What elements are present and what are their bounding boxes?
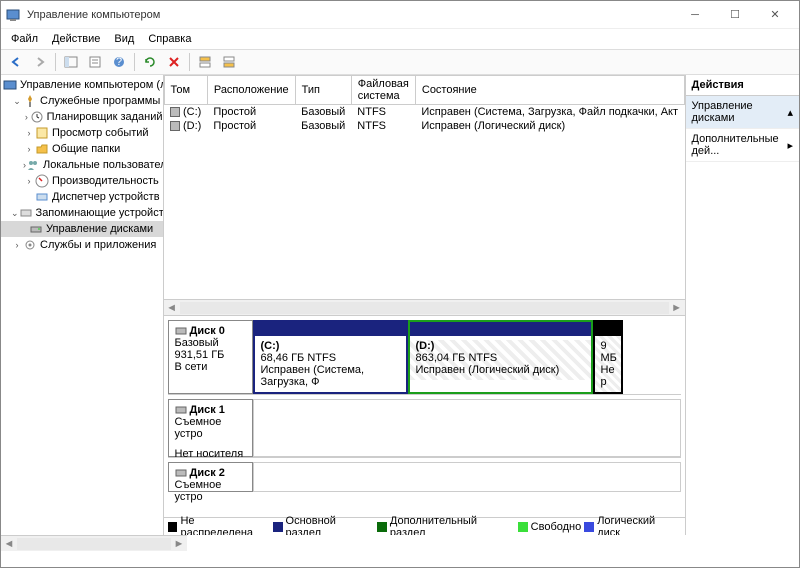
tree-shared[interactable]: ›Общие папки bbox=[1, 141, 163, 157]
chevron-right-icon: ▸ bbox=[787, 139, 793, 152]
app-icon bbox=[5, 7, 21, 23]
disk-label[interactable]: Диск 2 Съемное устро bbox=[168, 462, 253, 492]
disk-graphical-pane[interactable]: Диск 0 Базовый 931,51 ГБ В сети (C:) 68,… bbox=[164, 315, 685, 535]
refresh-button[interactable] bbox=[139, 51, 161, 73]
legend-swatch-ext bbox=[377, 522, 387, 532]
col-status[interactable]: Состояние bbox=[415, 76, 684, 105]
window-title: Управление компьютером bbox=[27, 9, 160, 21]
disk-row: Диск 1 Съемное устро Нет носителя bbox=[168, 399, 681, 458]
actions-section[interactable]: Управление дисками ▴ bbox=[686, 96, 799, 129]
partition-d[interactable]: (D:) 863,04 ГБ NTFS Исправен (Логический… bbox=[408, 320, 593, 394]
scroll-left-icon[interactable]: ◄ bbox=[1, 538, 17, 550]
legend: Не распределена Основной раздел Дополнит… bbox=[164, 517, 685, 535]
maximize-button[interactable]: ☐ bbox=[715, 2, 755, 28]
disk-icon bbox=[175, 467, 187, 479]
svg-text:?: ? bbox=[116, 56, 122, 68]
partition-c[interactable]: (C:) 68,46 ГБ NTFS Исправен (Система, За… bbox=[253, 320, 408, 394]
tree-hscroll[interactable]: ◄ ► bbox=[1, 535, 187, 551]
menu-view[interactable]: Вид bbox=[108, 31, 140, 47]
toolbar: ? bbox=[1, 49, 799, 75]
volume-table[interactable]: Том Расположение Тип Файловая система Со… bbox=[164, 75, 685, 315]
disk-icon bbox=[175, 325, 187, 337]
actions-header: Действия bbox=[686, 75, 799, 96]
menubar: Файл Действие Вид Справка bbox=[1, 29, 799, 49]
tree-pane[interactable]: Управление компьютером (л ⌄Служебные про… bbox=[1, 75, 164, 535]
scroll-right-icon[interactable]: ► bbox=[171, 538, 187, 550]
main-area: Управление компьютером (л ⌄Служебные про… bbox=[1, 75, 799, 535]
actions-pane: Действия Управление дисками ▴ Дополнител… bbox=[686, 75, 799, 535]
tree-diskmgmt[interactable]: Управление дисками bbox=[1, 221, 163, 237]
volume-hscroll[interactable]: ◄ ► bbox=[164, 299, 685, 315]
titlebar: Управление компьютером ─ ☐ ✕ bbox=[1, 1, 799, 29]
disk-icon bbox=[175, 404, 187, 416]
minimize-button[interactable]: ─ bbox=[675, 2, 715, 28]
view-top-button[interactable] bbox=[194, 51, 216, 73]
col-layout[interactable]: Расположение bbox=[207, 76, 295, 105]
volume-icon bbox=[170, 107, 180, 117]
properties-button[interactable] bbox=[84, 51, 106, 73]
menu-action[interactable]: Действие bbox=[46, 31, 106, 47]
view-bottom-button[interactable] bbox=[218, 51, 240, 73]
close-button[interactable]: ✕ bbox=[755, 2, 795, 28]
legend-swatch-unalloc bbox=[168, 522, 178, 532]
delete-button[interactable] bbox=[163, 51, 185, 73]
col-fs[interactable]: Файловая система bbox=[351, 76, 415, 105]
tree-users[interactable]: ›Локальные пользовател bbox=[1, 157, 163, 173]
back-button[interactable] bbox=[5, 51, 27, 73]
tree-scheduler[interactable]: ›Планировщик заданий bbox=[1, 109, 163, 125]
tree-devmgr[interactable]: Диспетчер устройств bbox=[1, 189, 163, 205]
help-button[interactable]: ? bbox=[108, 51, 130, 73]
legend-swatch-logical bbox=[584, 522, 594, 532]
tree-services[interactable]: ›Службы и приложения bbox=[1, 237, 163, 253]
collapse-icon: ▴ bbox=[787, 106, 793, 119]
scroll-right-icon[interactable]: ► bbox=[669, 302, 685, 314]
partition-unalloc[interactable]: 9 МБ Не р bbox=[593, 320, 623, 394]
table-row[interactable]: (D:) Простой Базовый NTFS Исправен (Логи… bbox=[164, 119, 684, 133]
actions-more[interactable]: Дополнительные дей... ▸ bbox=[686, 129, 799, 162]
forward-button[interactable] bbox=[29, 51, 51, 73]
col-volume[interactable]: Том bbox=[164, 76, 207, 105]
tree-storage[interactable]: ⌄Запоминающие устройст bbox=[1, 205, 163, 221]
menu-help[interactable]: Справка bbox=[142, 31, 197, 47]
disk-row: Диск 2 Съемное устро bbox=[168, 462, 681, 492]
tree-perf[interactable]: ›Производительность bbox=[1, 173, 163, 189]
table-row[interactable]: (C:) Простой Базовый NTFS Исправен (Сист… bbox=[164, 105, 684, 120]
disk-row: Диск 0 Базовый 931,51 ГБ В сети (C:) 68,… bbox=[168, 320, 681, 395]
menu-file[interactable]: Файл bbox=[5, 31, 44, 47]
disk-label[interactable]: Диск 1 Съемное устро Нет носителя bbox=[168, 399, 253, 457]
show-hide-tree-button[interactable] bbox=[60, 51, 82, 73]
tree-sys-tools[interactable]: ⌄Служебные программы bbox=[1, 93, 163, 109]
volume-icon bbox=[170, 121, 180, 131]
col-type[interactable]: Тип bbox=[295, 76, 351, 105]
center-pane: Том Расположение Тип Файловая система Со… bbox=[164, 75, 686, 535]
legend-swatch-free bbox=[518, 522, 528, 532]
tree-eventviewer[interactable]: ›Просмотр событий bbox=[1, 125, 163, 141]
legend-swatch-primary bbox=[273, 522, 283, 532]
disk-label[interactable]: Диск 0 Базовый 931,51 ГБ В сети bbox=[168, 320, 253, 394]
scroll-left-icon[interactable]: ◄ bbox=[164, 302, 180, 314]
tree-root[interactable]: Управление компьютером (л bbox=[1, 77, 163, 93]
